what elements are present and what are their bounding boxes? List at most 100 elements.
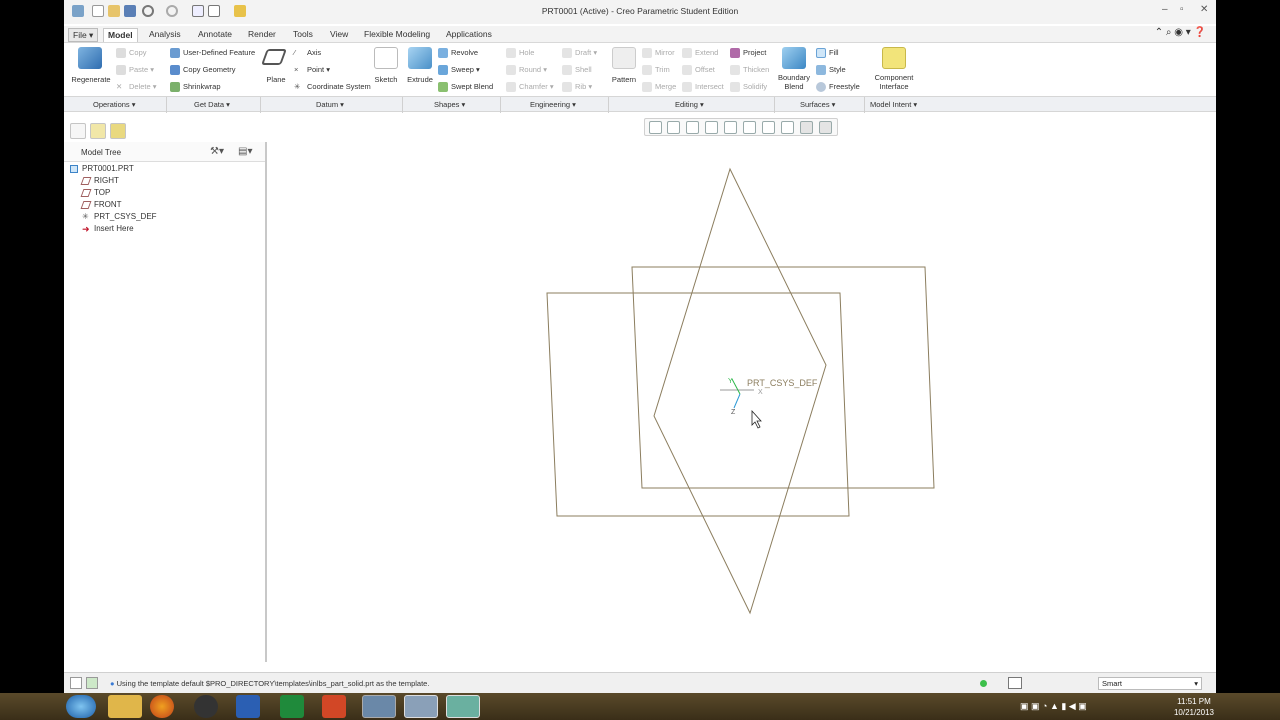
group-surfaces[interactable]: Surfaces ▾ (800, 100, 835, 109)
axis-button[interactable]: ⁄ Axis (294, 48, 321, 58)
thicken-button[interactable]: Thicken (730, 65, 769, 76)
udf-button[interactable]: User-Defined Feature (170, 48, 255, 59)
merge-label: Merge (655, 82, 677, 91)
tab-render[interactable]: Render (244, 28, 280, 42)
tab-tools[interactable]: Tools (289, 28, 317, 42)
group-datum[interactable]: Datum ▾ (316, 100, 344, 109)
thicken-icon (730, 65, 740, 76)
saved-orientations-icon[interactable] (743, 121, 756, 134)
shrinkwrap-button[interactable]: Shrinkwrap (170, 82, 221, 93)
x-axis-label: X (758, 389, 763, 396)
status-message: ● Using the template default $PRO_DIRECT… (110, 679, 430, 688)
delete-button[interactable]: ✕ Delete ▾ (116, 82, 157, 92)
trim-button[interactable]: Trim (642, 65, 670, 76)
explorer-icon[interactable] (108, 695, 142, 718)
intersect-button[interactable]: Intersect (682, 82, 724, 93)
group-get-data[interactable]: Get Data ▾ (194, 100, 230, 109)
taskbar-clock[interactable]: 11:51 PM 10/21/2013 (1174, 696, 1214, 718)
copy-geometry-button[interactable]: Copy Geometry (170, 65, 236, 76)
spin-center-icon[interactable] (800, 121, 813, 134)
draft-button[interactable]: Draft ▾ (562, 48, 597, 59)
zoom-out-icon[interactable] (686, 121, 699, 134)
tab-view[interactable]: View (326, 28, 352, 42)
show-browser-icon[interactable] (86, 677, 98, 689)
datum-display-icon[interactable] (781, 121, 794, 134)
component-interface-button[interactable]: Component Interface (869, 73, 919, 91)
sweep-button[interactable]: Sweep ▾ (438, 65, 480, 76)
shrinkwrap-icon (170, 82, 180, 93)
annotation-display-icon[interactable] (819, 121, 832, 134)
paste-button[interactable]: Paste ▾ (116, 65, 154, 76)
tab-flexible-modeling[interactable]: Flexible Modeling (360, 28, 434, 42)
sweep-label: Sweep (451, 65, 474, 74)
style-icon (816, 65, 826, 76)
zoom-in-icon[interactable] (667, 121, 680, 134)
close-button[interactable]: ✕ (1200, 4, 1208, 15)
chamfer-button[interactable]: Chamfer ▾ (506, 82, 554, 93)
mirror-button[interactable]: Mirror (642, 48, 675, 59)
start-button-icon[interactable] (66, 695, 96, 718)
help-icons[interactable]: ⌃ ⌕ ◉ ▾ ❓ (1155, 27, 1206, 38)
minimize-button[interactable]: – (1162, 4, 1168, 15)
extend-icon (682, 48, 692, 59)
boundary-blend-button[interactable]: Boundary Blend (769, 73, 819, 91)
regenerate-button[interactable]: Regenerate (66, 75, 116, 84)
fill-button[interactable]: Fill (816, 48, 839, 59)
style-button[interactable]: Style (816, 65, 846, 76)
copy-button[interactable]: Copy (116, 48, 147, 59)
csys-triad[interactable]: Y X Z PRT_CSYS_DEF (720, 378, 818, 416)
screen-border-right (1216, 0, 1280, 693)
rib-button[interactable]: Rib ▾ (562, 82, 592, 93)
firefox-icon[interactable] (150, 695, 174, 718)
group-engineering[interactable]: Engineering ▾ (530, 100, 576, 109)
word-icon[interactable] (236, 695, 260, 718)
repaint-icon[interactable] (705, 121, 718, 134)
view-manager-icon[interactable] (762, 121, 775, 134)
tab-file[interactable]: File ▾ (68, 28, 99, 42)
excel-icon[interactable] (280, 695, 304, 718)
app-window-icon[interactable] (362, 695, 396, 718)
graphics-toolbar (644, 118, 838, 136)
extend-button[interactable]: Extend (682, 48, 718, 59)
group-shapes[interactable]: Shapes ▾ (434, 100, 465, 109)
graphics-viewport[interactable]: Y X Z PRT_CSYS_DEF (64, 136, 1216, 676)
tab-applications[interactable]: Applications (442, 28, 496, 42)
tab-model[interactable]: Model (103, 28, 138, 42)
round-button[interactable]: Round ▾ (506, 65, 547, 76)
group-editing[interactable]: Editing ▾ (675, 100, 704, 109)
datum-plane-right[interactable] (653, 167, 827, 615)
window-title: PRT0001 (Active) - Creo Parametric Stude… (541, 6, 739, 16)
maximize-button[interactable]: ▫ (1180, 4, 1184, 15)
selection-filter[interactable]: Smart ▾ (1098, 677, 1202, 690)
tab-annotate[interactable]: Annotate (194, 28, 236, 42)
tab-analysis[interactable]: Analysis (145, 28, 185, 42)
solidify-button[interactable]: Solidify (730, 82, 767, 93)
swept-blend-button[interactable]: Swept Blend (438, 82, 493, 93)
app-window-icon[interactable] (404, 695, 438, 718)
csys-button[interactable]: ✳ Coordinate System (294, 82, 371, 92)
project-button[interactable]: Project (730, 48, 766, 59)
refit-icon[interactable] (649, 121, 662, 134)
fill-icon (816, 48, 826, 59)
merge-button[interactable]: Merge (642, 82, 677, 93)
system-tray-icons[interactable]: ▣ ▣ ◔ ▲ ▮ ◀ ▣ (1020, 701, 1087, 712)
datum-plane-front[interactable] (546, 292, 850, 517)
point-button[interactable]: × Point ▾ (294, 65, 330, 75)
offset-button[interactable]: Offset (682, 65, 715, 76)
pattern-icon (612, 47, 636, 69)
show-navigator-icon[interactable] (70, 677, 82, 689)
creo-icon[interactable] (446, 695, 480, 718)
hole-button[interactable]: Hole (506, 48, 534, 59)
find-icon[interactable] (1008, 677, 1022, 689)
revolve-icon (438, 48, 448, 59)
powerpoint-icon[interactable] (322, 695, 346, 718)
group-model-intent[interactable]: Model Intent ▾ (870, 100, 917, 109)
app-icon[interactable] (194, 695, 218, 718)
group-operations[interactable]: Operations ▾ (93, 100, 136, 109)
group-separator (166, 97, 167, 113)
display-style-icon[interactable] (724, 121, 737, 134)
shell-button[interactable]: Shell (562, 65, 592, 76)
freestyle-button[interactable]: Freestyle (816, 82, 860, 93)
revolve-button[interactable]: Revolve (438, 48, 478, 59)
merge-icon (642, 82, 652, 93)
